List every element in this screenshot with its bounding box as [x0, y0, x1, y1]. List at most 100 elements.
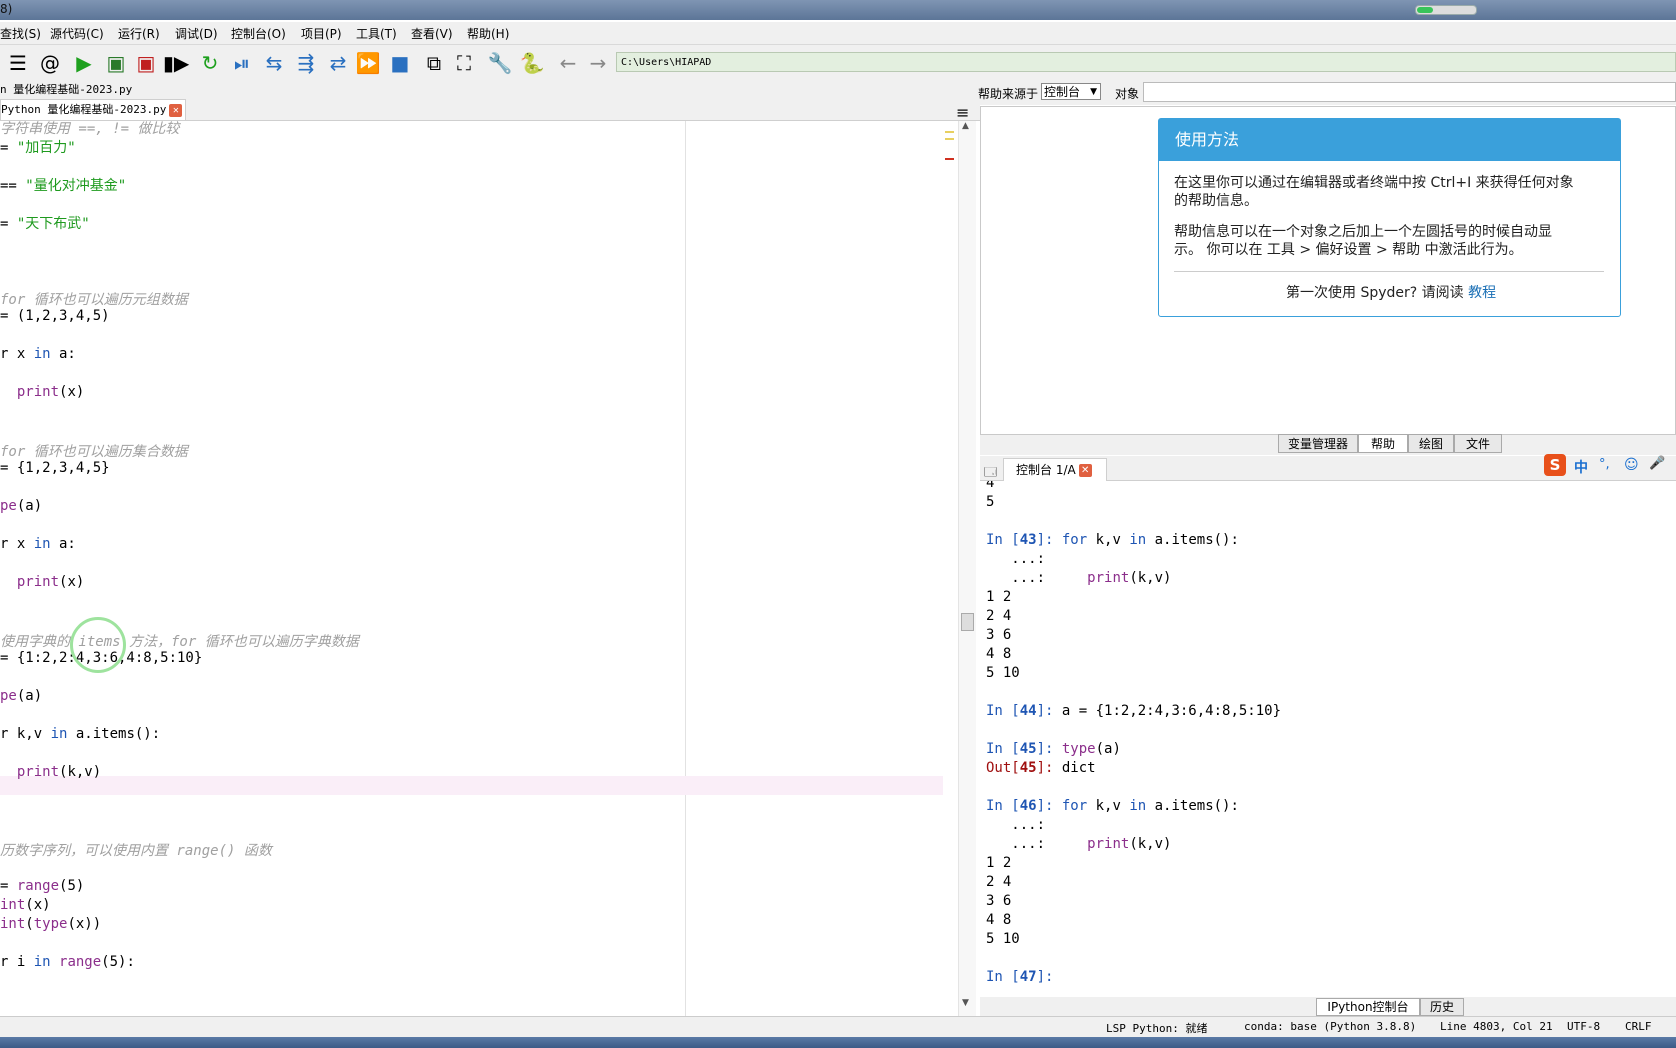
- console-token: 2 4: [986, 608, 1012, 624]
- prompt-punct: In [: [986, 741, 1020, 757]
- menu-console[interactable]: 控制台(O): [231, 25, 286, 42]
- stop-icon[interactable]: ■: [388, 51, 412, 75]
- rerun-icon[interactable]: ↻: [198, 51, 222, 75]
- usage-text-line: 的帮助信息。: [1174, 193, 1258, 209]
- console-line: In [43]: for k,v in a.items():: [986, 532, 1239, 548]
- help-object-label: 对象: [1115, 87, 1140, 101]
- help-source-select[interactable]: 控制台 ▼: [1041, 83, 1101, 100]
- tutorial-prompt: 第一次使用 Spyder? 请阅读: [1286, 285, 1464, 301]
- code-token: r k,v: [0, 726, 51, 742]
- tab-ipython-console[interactable]: IPython控制台: [1316, 998, 1420, 1016]
- code-line: = "加百力": [0, 137, 76, 157]
- menu-help[interactable]: 帮助(H): [467, 25, 509, 42]
- prompt-punct: In [: [986, 532, 1020, 548]
- code-token: pe: [0, 498, 17, 514]
- punctuation-icon[interactable]: °,: [1599, 457, 1610, 472]
- usage-text-line: 在这里你可以通过在编辑器或者终端中按 Ctrl+I 来获得任何对象: [1174, 175, 1574, 191]
- scroll-up-icon[interactable]: ▲: [962, 121, 969, 131]
- menu-project[interactable]: 项目(P): [301, 25, 342, 42]
- lsp-status: LSP Python: 就绪: [1106, 1022, 1208, 1035]
- card-divider: [1174, 271, 1604, 272]
- menu-run[interactable]: 运行(R): [118, 25, 160, 42]
- tab-help[interactable]: 帮助: [1358, 434, 1408, 453]
- scroll-down-icon[interactable]: ▼: [962, 998, 969, 1008]
- run-icon[interactable]: ▶: [72, 51, 96, 75]
- emoji-icon[interactable]: ☺: [1624, 457, 1639, 473]
- run-cell-advance-icon[interactable]: ▣: [134, 51, 158, 75]
- console-tab[interactable]: 控制台 1/A ✕: [1003, 458, 1107, 481]
- close-icon[interactable]: ✕: [169, 103, 183, 117]
- code-line: 字符串使用 ==, != 做比较: [0, 121, 179, 138]
- list-icon[interactable]: ☰: [6, 51, 30, 75]
- maximize-pane-icon[interactable]: ⧉: [422, 51, 446, 75]
- fullscreen-icon[interactable]: ⛶: [452, 51, 476, 75]
- console-line: In [47]:: [986, 969, 1062, 985]
- menu-bar: 查找(S) 源代码(C) 运行(R) 调试(D) 控制台(O) 项目(P) 工具…: [0, 22, 1676, 45]
- menu-debug[interactable]: 调试(D): [175, 25, 218, 42]
- current-line-highlight: [0, 776, 943, 795]
- console-token: 3 6: [986, 627, 1012, 643]
- code-line: r x in a:: [0, 536, 76, 552]
- console-line: 3 6: [986, 893, 1011, 909]
- menu-tools[interactable]: 工具(T): [356, 25, 397, 42]
- code-editor[interactable]: 字符串使用 ==, != 做比较 = "加百力" == "量化对冲基金" = "天下布…: [0, 121, 945, 1016]
- code-token: (5): [59, 878, 85, 894]
- tab-files[interactable]: 文件: [1454, 434, 1502, 453]
- step-icon[interactable]: ⇆: [262, 51, 286, 75]
- scrollbar-thumb[interactable]: [961, 613, 974, 631]
- tab-variable-explorer[interactable]: 变量管理器: [1278, 434, 1358, 453]
- console-line: 1 2: [986, 589, 1011, 605]
- ipython-console[interactable]: 4 5 In [43]: for k,v in a.items(): ...: ..…: [980, 481, 1676, 998]
- code-token: print: [16, 764, 60, 780]
- editor-scrollbar[interactable]: ▲ ▼: [958, 121, 976, 1016]
- console-token: ...:: [986, 570, 1088, 586]
- close-icon[interactable]: ✕: [1078, 464, 1092, 477]
- usage-text-line: 帮助信息可以在一个对象之后加上一个左圆括号的时候自动显: [1174, 224, 1552, 240]
- step-return-icon[interactable]: ⇄: [326, 51, 350, 75]
- tab-history[interactable]: 历史: [1420, 998, 1464, 1016]
- code-token: (: [25, 916, 34, 932]
- menu-search[interactable]: 查找(S): [0, 25, 41, 42]
- wrench-icon[interactable]: 🔧: [488, 51, 513, 75]
- prompt-punct: In [: [986, 798, 1020, 814]
- debug-icon[interactable]: ⏯: [230, 51, 254, 75]
- code-token: int: [0, 897, 26, 913]
- console-line: ...: print(k,v): [986, 836, 1171, 852]
- run-selection-icon[interactable]: ▮▶: [163, 51, 189, 75]
- menu-source[interactable]: 源代码(C): [50, 25, 104, 42]
- forward-arrow-icon[interactable]: →: [586, 51, 610, 75]
- console-line: 1 2: [986, 855, 1011, 871]
- tab-plots[interactable]: 绘图: [1408, 434, 1454, 453]
- sogou-ime-icon[interactable]: S: [1544, 454, 1566, 476]
- help-object-input[interactable]: [1143, 82, 1676, 102]
- microphone-icon[interactable]: 🎤: [1649, 456, 1665, 471]
- working-directory-field[interactable]: C:\Users\HIAPAD: [616, 52, 1676, 72]
- console-token: 3 6: [986, 893, 1012, 909]
- tutorial-link[interactable]: 教程: [1468, 285, 1496, 301]
- help-source-label: 帮助来源于: [978, 87, 1039, 101]
- run-cell-icon[interactable]: ▣: [104, 51, 128, 75]
- code-token: r x: [0, 536, 34, 552]
- console-line: ...: print(k,v): [986, 570, 1171, 586]
- code-token: in: [33, 346, 51, 362]
- continue-icon[interactable]: ⏩: [356, 51, 381, 75]
- back-arrow-icon[interactable]: ←: [556, 51, 580, 75]
- console-token: 45: [1019, 760, 1037, 776]
- console-line: In [44]: a = {1:2,2:4,3:6,4:8,5:10}: [986, 703, 1281, 719]
- editor-tab[interactable]: Python 量化编程基础-2023.py ✕: [0, 99, 186, 120]
- python-path-icon[interactable]: 🐍: [520, 51, 545, 75]
- code-token: pe: [0, 688, 17, 704]
- menu-view[interactable]: 查看(V): [411, 25, 453, 42]
- os-taskbar: [0, 1037, 1676, 1048]
- console-line: 5 10: [986, 665, 1020, 681]
- console-line: 4 8: [986, 646, 1011, 662]
- code-token: for 循环也可以遍历集合数据: [0, 444, 188, 460]
- at-icon[interactable]: @: [38, 51, 62, 75]
- console-token: 4 8: [986, 912, 1012, 928]
- options-menu-icon[interactable]: ≡: [956, 103, 969, 122]
- step-into-icon[interactable]: ⇶: [294, 51, 318, 75]
- usage-text-line: 示。 你可以在 工具 > 偏好设置 > 帮助 中激活此行为。: [1174, 242, 1523, 258]
- code-token: =: [0, 140, 17, 156]
- ime-mode-label[interactable]: 中: [1574, 457, 1588, 477]
